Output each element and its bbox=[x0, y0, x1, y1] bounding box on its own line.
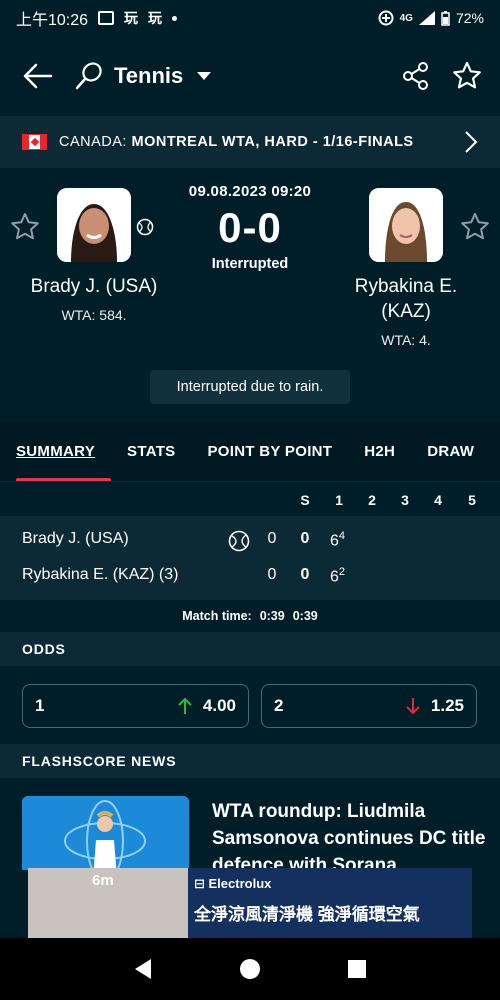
app-bar: Tennis bbox=[0, 36, 500, 116]
match-time-total: 0:39 bbox=[259, 609, 285, 623]
set1-tiebreak: 4 bbox=[338, 530, 346, 542]
set1-games: 6 bbox=[330, 532, 339, 550]
odds-header: ODDS bbox=[0, 632, 500, 666]
data-saver-icon bbox=[378, 10, 394, 26]
news-headline: WTA roundup: Liudmila Samsonova continue… bbox=[212, 801, 486, 870]
chevron-right-icon bbox=[465, 131, 478, 153]
odds-value: 4.00 bbox=[202, 696, 236, 715]
signal-icon bbox=[418, 11, 435, 25]
set1-tiebreak: 2 bbox=[338, 566, 346, 578]
back-button[interactable] bbox=[18, 56, 58, 96]
news-thumbnail bbox=[22, 796, 189, 870]
row-sets: 0 bbox=[300, 566, 310, 583]
column-header: 2 bbox=[368, 492, 376, 508]
system-nav-bar bbox=[0, 938, 500, 1000]
sport-label: Tennis bbox=[114, 63, 184, 88]
ad-slogan: 全淨涼風清淨機 強淨循環空氣 bbox=[194, 905, 420, 924]
tab-summary[interactable]: SUMMARY bbox=[0, 422, 112, 481]
app-icon: 玩 bbox=[148, 10, 163, 26]
dot-icon bbox=[172, 15, 178, 21]
ad-brand-name: Electrolux bbox=[208, 876, 272, 891]
tab-point-by-point[interactable]: POINT BY POINT bbox=[192, 422, 349, 481]
home-player-name: Brady J. (USA) bbox=[30, 276, 158, 297]
tournament-country: CANADA: bbox=[59, 134, 127, 150]
column-header: 3 bbox=[401, 492, 409, 508]
nav-recents-icon[interactable] bbox=[347, 959, 367, 979]
tennis-racket-icon bbox=[75, 62, 102, 90]
match-time-set1: 0:39 bbox=[292, 609, 318, 623]
network-type: 4G bbox=[399, 12, 413, 24]
odds-away-button[interactable]: 2 1.25 bbox=[261, 684, 477, 728]
ad-image: 6m bbox=[28, 868, 188, 938]
image-icon bbox=[98, 11, 115, 25]
arrow-down-icon bbox=[406, 698, 420, 715]
detail-tabs: SUMMARY STATS POINT BY POINT H2H DRAW bbox=[0, 422, 500, 482]
table-row: Rybakina E. (KAZ) (3) 0 0 62 bbox=[0, 558, 500, 594]
news-item[interactable]: WTA roundup: Liudmila Samsonova continue… bbox=[0, 780, 500, 870]
row-player-name: Brady J. (USA) bbox=[22, 530, 129, 547]
serving-ball-icon bbox=[228, 530, 250, 552]
app-icon: 玩 bbox=[124, 10, 139, 26]
column-header: 5 bbox=[468, 492, 476, 508]
arrow-left-icon bbox=[23, 63, 53, 89]
away-player-name: Rybakina E. (KAZ) bbox=[316, 274, 496, 324]
match-notice: Interrupted due to rain. bbox=[150, 370, 350, 404]
odds-label: 2 bbox=[274, 696, 284, 715]
row-set1: 64 bbox=[330, 530, 360, 550]
row-points: 0 bbox=[267, 566, 277, 583]
status-time: 上午10:26 bbox=[16, 12, 89, 29]
nav-home-icon[interactable] bbox=[239, 958, 261, 980]
odds-home-button[interactable]: 1 4.00 bbox=[22, 684, 249, 728]
tab-draw[interactable]: DRAW bbox=[411, 422, 490, 481]
match-time: Match time: 0:39 0:39 bbox=[0, 600, 500, 632]
away-player-rank: WTA: 4. bbox=[381, 332, 431, 348]
favorite-player-star-icon[interactable] bbox=[460, 212, 490, 242]
ad-badge: 6m bbox=[92, 872, 114, 889]
set1-games: 6 bbox=[330, 568, 339, 586]
odds-value: 1.25 bbox=[430, 696, 464, 715]
scoreboard-header: S 1 2 3 4 5 bbox=[0, 482, 500, 516]
tab-h2h[interactable]: H2H bbox=[348, 422, 411, 481]
electrolux-logo-icon: ⊟ bbox=[194, 876, 209, 891]
sport-selector[interactable]: Tennis bbox=[74, 61, 212, 91]
tournament-bar[interactable]: CANADA: MONTREAL WTA, HARD - 1/16-FINALS bbox=[0, 116, 500, 168]
away-player-name-line1: Rybakina E. bbox=[354, 276, 458, 297]
canada-flag-icon bbox=[22, 134, 47, 150]
status-bar: 上午10:26 玩 玩 4G 72% bbox=[0, 0, 500, 36]
odds-label: 1 bbox=[35, 696, 45, 715]
battery-level: 72% bbox=[455, 10, 484, 26]
player-avatar bbox=[57, 188, 131, 262]
row-player-name: Rybakina E. (KAZ) (3) bbox=[22, 566, 179, 583]
news-header: FLASHSCORE NEWS bbox=[0, 744, 500, 778]
arrow-up-icon bbox=[178, 697, 192, 714]
away-player-name-line2: (KAZ) bbox=[381, 301, 431, 322]
chevron-down-icon bbox=[197, 72, 212, 80]
tournament-title: MONTREAL WTA, HARD - 1/16-FINALS bbox=[131, 134, 414, 150]
table-row: Brady J. (USA) 0 0 64 bbox=[0, 522, 500, 558]
match-time-label: Match time: bbox=[182, 609, 252, 623]
nav-back-icon[interactable] bbox=[133, 958, 153, 980]
battery-icon bbox=[441, 10, 450, 26]
share-icon[interactable] bbox=[402, 61, 430, 91]
column-header: S bbox=[300, 492, 310, 508]
row-sets: 0 bbox=[300, 530, 310, 547]
tab-stats[interactable]: STATS bbox=[111, 422, 191, 481]
match-header: Brady J. (USA) WTA: 584. 09.08.2023 09:2… bbox=[0, 168, 500, 422]
row-set1: 62 bbox=[330, 566, 360, 586]
column-header: 4 bbox=[434, 492, 442, 508]
home-player-rank: WTA: 584. bbox=[61, 307, 127, 323]
tournament-name: CANADA: MONTREAL WTA, HARD - 1/16-FINALS bbox=[59, 134, 414, 150]
ad-brand: ⊟ Electrolux bbox=[194, 876, 466, 892]
row-points: 0 bbox=[267, 530, 277, 547]
favorite-star-icon[interactable] bbox=[452, 61, 482, 91]
player-avatar bbox=[369, 188, 443, 262]
odds-section: 1 4.00 2 1.25 bbox=[0, 668, 500, 744]
scoreboard: Brady J. (USA) 0 0 64 Rybakina E. (KAZ) … bbox=[0, 516, 500, 600]
column-header: 1 bbox=[335, 492, 343, 508]
ad-banner[interactable]: 6m ⊟ Electrolux 全淨涼風清淨機 強淨循環空氣 bbox=[28, 868, 472, 938]
